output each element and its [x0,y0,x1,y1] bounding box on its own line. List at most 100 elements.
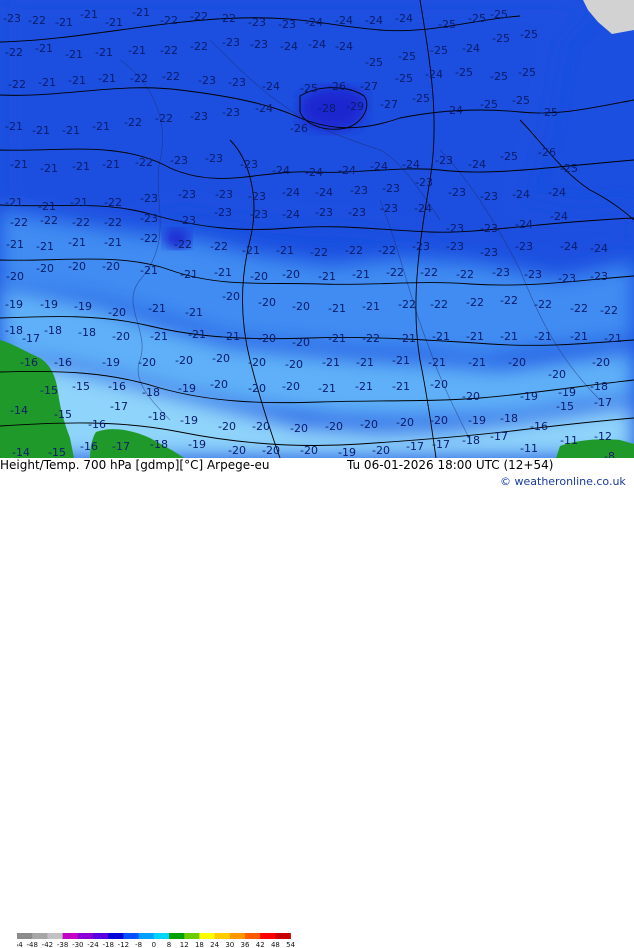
temperature-label: -20 [372,444,390,457]
temperature-label: -20 [430,414,448,427]
temperature-label: -16 [88,418,106,431]
temperature-label: -20 [396,416,414,429]
temperature-label: -21 [150,330,168,343]
temperature-label: -21 [36,240,54,253]
temperature-label: -21 [68,74,86,87]
temperature-label: -23 [412,240,430,253]
map-canvas: -23 -22 -21-21-21-21-22 -22 -22 -23 -23 -24 -24-… [0,0,634,458]
colorbar-tick-label: 48 [271,941,280,948]
temperature-label: -20 [218,420,236,433]
temperature-label: -20 [175,354,193,367]
temperature-label: -21 [72,160,90,173]
temperature-label: -23 [278,18,296,31]
temperature-label: -21 [105,16,123,29]
colorbar-tick-label: -42 [42,941,53,948]
temperature-label: -18 [590,380,608,393]
temperature-label: -20 [292,300,310,313]
temperature-label: -23 [215,188,233,201]
colorbar-segment [260,933,276,939]
temperature-label: -22 [190,40,208,53]
temperature-label: -21 [95,46,113,59]
temperature-label: -20 [210,378,228,391]
temperature-label: -22 [466,296,484,309]
temperature-label: -16 [54,356,72,369]
temperature-label: -22 [40,214,58,227]
temperature-label: -22 [160,44,178,57]
temperature-label: -24 [282,208,300,221]
temperature-label: -22 [130,72,148,85]
copyright-link[interactable]: © weatheronline.co.uk [500,475,626,488]
temperature-label: -20 [250,270,268,283]
temperature-label: -21 [5,196,23,209]
temperature-label: -14 [12,446,30,458]
temperature-label: -23 [140,192,158,205]
temperature-label: -29 [346,100,364,113]
temperature-label: -27 [360,80,378,93]
temperature-label: -22 [386,266,404,279]
temperature-label: -25 [365,56,383,69]
temperature-label: -20 [292,336,310,349]
temperature-label: -24 [282,186,300,199]
colorbar-segment [275,933,291,939]
temperature-label: -23 [382,182,400,195]
colorbar-tick-label: 30 [225,941,234,948]
temperature-label: -22 [534,298,552,311]
temperature-label: -17 [406,440,424,453]
temperature-label: -14 [10,404,28,417]
temperature-label: -18 [5,324,23,337]
temperature-label: -20 [548,368,566,381]
temperature-label: -21 [362,300,380,313]
temperature-label: -21 [500,330,518,343]
temperature-label: -24 [425,68,443,81]
temperature-label: -25 [520,28,538,41]
temperature-label: -21 [328,332,346,345]
temperature-label: -20 [222,290,240,303]
temperature-label: -22 [104,196,122,209]
temperature-label: -20 [212,352,230,365]
temperature-label: -21 [80,8,98,21]
temperature-label: -24 [512,188,530,201]
temperature-label: -21 [322,356,340,369]
temperature-label: -25 [300,82,318,95]
temperature-label: -21 [188,328,206,341]
temperature-label: -23 [315,206,333,219]
colorbar-tick-label: 18 [195,941,204,948]
temperature-label: -22 [10,216,28,229]
temperature-label: -27 [380,98,398,111]
temperature-label: -24 [338,164,356,177]
temperature-label: -23 [380,202,398,215]
temperature-label: -23 [446,240,464,253]
temperature-label: -24 [305,16,323,29]
temperature-label: -21 [356,356,374,369]
temperature-label: -16 [80,440,98,453]
temperature-label: -18 [44,324,62,337]
temperature-label: -23 [558,272,576,285]
temperature-label: -17 [594,396,612,409]
temperature-label: -21 [355,380,373,393]
temperature-label: -23 [435,154,453,167]
colorbar-tick-label: 54 [286,941,295,948]
temperature-label: -23 [350,184,368,197]
temperature-label: -23 [190,110,208,123]
temperature-label: -21 [35,42,53,55]
temperature-label: -21 [32,124,50,137]
temperature-label: -21 [468,356,486,369]
temperature-label: -18 [142,386,160,399]
temperature-label: -21 [10,158,28,171]
temperature-label: -22 [104,216,122,229]
temperature-label: -26 [328,80,346,93]
temperature-label: -25 [518,66,536,79]
temperature-label: -25 [490,70,508,83]
colorbar-tick-label: 24 [210,941,219,948]
colorbar-tick-label: -54 [17,941,23,948]
temperature-label: -21 [185,306,203,319]
temperature-label: -21 [128,44,146,57]
temperature-label: -21 [40,162,58,175]
temperature-label: -22 [218,12,236,25]
temperature-label: -21 [6,238,24,251]
temperature-label: -21 [428,356,446,369]
temperature-label: -20 [360,418,378,431]
temperature-label: -25 [468,12,486,25]
temperature-label: -28 [318,102,336,115]
temperature-label: -17 [110,400,128,413]
